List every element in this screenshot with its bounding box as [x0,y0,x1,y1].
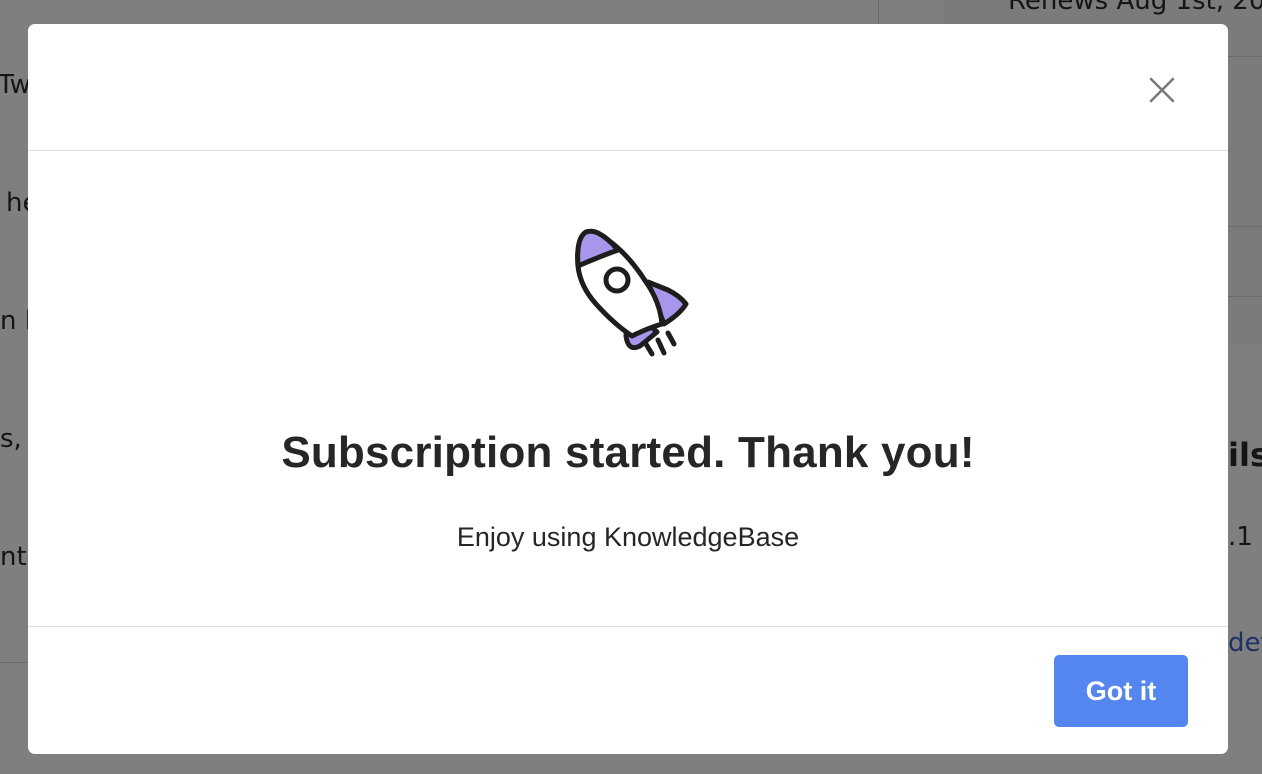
dialog-footer: Got it [28,626,1228,754]
got-it-button[interactable]: Got it [1054,655,1188,727]
subscription-success-dialog: Subscription started. Thank you! Enjoy u… [28,24,1228,754]
rocket-icon [575,228,689,357]
dialog-header [28,24,1228,151]
close-button[interactable] [1144,72,1180,108]
dialog-subtitle: Enjoy using KnowledgeBase [456,522,800,552]
dialog-title: Subscription started. Thank you! [281,428,975,477]
close-icon [1149,77,1175,103]
dialog-body: Subscription started. Thank you! Enjoy u… [28,152,1228,627]
